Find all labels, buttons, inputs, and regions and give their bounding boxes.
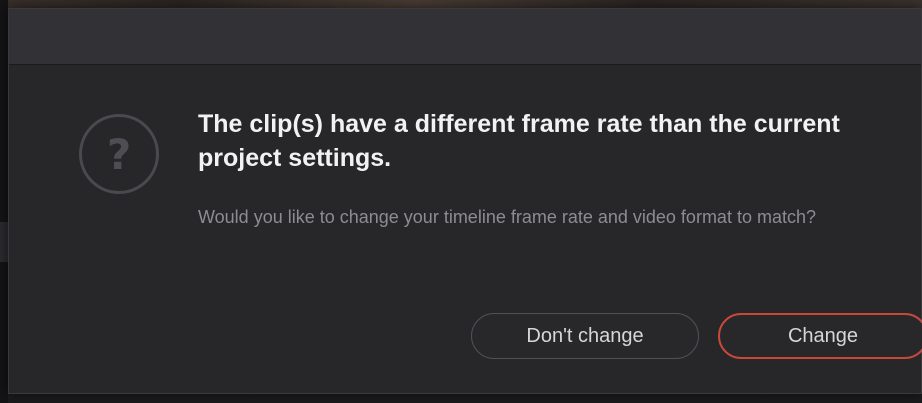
background-left-band: [0, 222, 8, 262]
frame-rate-mismatch-dialog: ? The clip(s) have a different frame rat…: [8, 8, 922, 394]
change-button-label: Change: [787, 324, 859, 347]
background-left-edge: [0, 0, 8, 403]
dont-change-button[interactable]: Don't change: [471, 313, 699, 359]
dialog-titlebar: [9, 9, 921, 65]
change-button[interactable]: Change: [718, 313, 922, 359]
dialog-headline: The clip(s) have a different frame rate …: [198, 110, 840, 172]
dialog-message: Would you like to change your timeline f…: [198, 207, 816, 227]
dont-change-button-label: Don't change: [526, 324, 644, 347]
question-icon: ?: [79, 114, 159, 194]
